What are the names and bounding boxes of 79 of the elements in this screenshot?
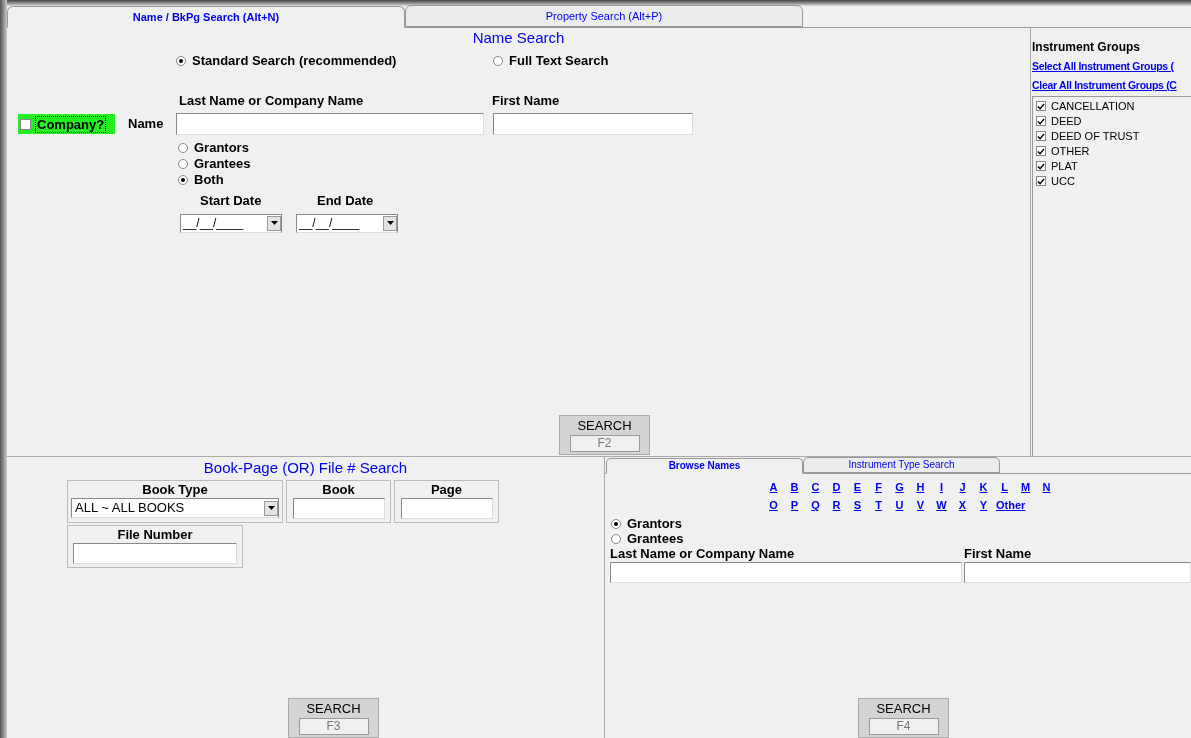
last-name-field[interactable] [610, 562, 962, 583]
text-field[interactable] [400, 498, 493, 519]
letter-link[interactable]: J [954, 479, 971, 495]
list-checkbox[interactable]: UCC [1036, 173, 1191, 189]
radio-button[interactable]: Grantees [178, 156, 1030, 172]
letter-link[interactable]: P [786, 497, 803, 513]
key-button[interactable]: F2 [569, 435, 640, 452]
radio-button[interactable]: Full Text Search [493, 51, 609, 71]
letter-link[interactable]: X [954, 497, 971, 513]
caret-icon [383, 215, 397, 231]
section-title: Name Search [471, 29, 566, 47]
radio-button[interactable]: Grantors [611, 516, 1191, 531]
section-title: Instrument Groups [1032, 39, 1141, 56]
tab[interactable]: Browse Names [606, 458, 803, 474]
radio-button[interactable]: Grantors [178, 140, 1030, 156]
field-label: Book [322, 481, 355, 498]
list-checkbox[interactable]: CANCELLATION [1036, 98, 1191, 114]
letter-link[interactable]: S [849, 497, 866, 513]
caret-icon [264, 500, 278, 516]
letter-link[interactable]: M [1017, 479, 1034, 495]
letter-link[interactable]: B [786, 479, 803, 495]
letter-link[interactable]: R [828, 497, 845, 513]
letter-link[interactable]: U [891, 497, 908, 513]
radio-button[interactable]: Both [178, 172, 1030, 188]
field-label: Book Type [142, 481, 208, 498]
caret-icon [267, 215, 281, 231]
section-title: Book-Page (OR) File # Search [202, 459, 409, 477]
search-button[interactable]: SEARCH F4 [858, 698, 949, 738]
key-button[interactable]: F3 [298, 718, 369, 735]
letter-link[interactable]: O [765, 497, 782, 513]
letter-link[interactable]: F [870, 479, 887, 495]
letter-link[interactable]: T [870, 497, 887, 513]
dropdown[interactable]: __/__/____ [296, 213, 398, 233]
text-field[interactable] [73, 543, 237, 564]
letter-link[interactable]: Y [975, 497, 992, 513]
key-button[interactable]: F4 [868, 718, 939, 735]
link[interactable]: Clear All Instrument Groups (C [1032, 77, 1177, 94]
letter-link[interactable]: L [996, 479, 1013, 495]
tab[interactable]: Instrument Type Search [803, 457, 1000, 473]
list-checkbox[interactable]: OTHER [1036, 143, 1191, 159]
field-label: Start Date [200, 192, 263, 210]
company-checkbox[interactable]: Company? [18, 114, 115, 134]
field-label: File Number [117, 526, 193, 543]
letter-link[interactable]: V [912, 497, 929, 513]
dropdown[interactable]: __/__/____ [180, 213, 282, 233]
field-label: Last Name or Company Name [610, 546, 796, 562]
letter-link[interactable]: W [933, 497, 950, 513]
field-label: First Name [492, 91, 560, 110]
text-field[interactable] [292, 498, 385, 519]
letter-link[interactable]: I [933, 479, 950, 495]
last-name-field[interactable] [176, 113, 484, 135]
letter-link[interactable]: E [849, 479, 866, 495]
letter-link[interactable]: K [975, 479, 992, 495]
letter-link[interactable]: G [891, 479, 908, 495]
letter-link[interactable]: Q [807, 497, 824, 513]
list-checkbox[interactable]: DEED [1036, 113, 1191, 129]
link[interactable]: Select All Instrument Groups ( [1032, 59, 1174, 75]
letter-link[interactable]: H [912, 479, 929, 495]
radio-button[interactable]: Grantees [611, 531, 1191, 546]
tab[interactable]: Property Search (Alt+P) [405, 5, 803, 27]
field-label: Page [430, 481, 463, 498]
list-checkbox[interactable]: DEED OF TRUST [1036, 128, 1191, 144]
search-button[interactable]: SEARCH F2 [559, 415, 650, 455]
first-name-field[interactable] [493, 113, 693, 135]
search-button[interactable]: SEARCH F3 [288, 698, 379, 738]
first-name-field[interactable] [964, 562, 1191, 583]
field-label: First Name [964, 546, 1032, 562]
tab[interactable]: Name / BkPg Search (Alt+N) [7, 6, 405, 28]
field-label: Name [128, 115, 165, 134]
letter-link[interactable]: C [807, 479, 824, 495]
dropdown[interactable]: ALL ~ ALL BOOKS [71, 498, 279, 518]
field-label: End Date [317, 192, 374, 210]
field-label: Last Name or Company Name [179, 91, 365, 110]
letter-link[interactable]: N [1038, 479, 1055, 495]
radio-button[interactable]: Standard Search (recommended) [176, 51, 493, 71]
letter-link[interactable]: A [765, 479, 782, 495]
letter-link[interactable]: Other [996, 497, 1026, 513]
letter-link[interactable]: D [828, 479, 845, 495]
list-checkbox[interactable]: PLAT [1036, 158, 1191, 174]
